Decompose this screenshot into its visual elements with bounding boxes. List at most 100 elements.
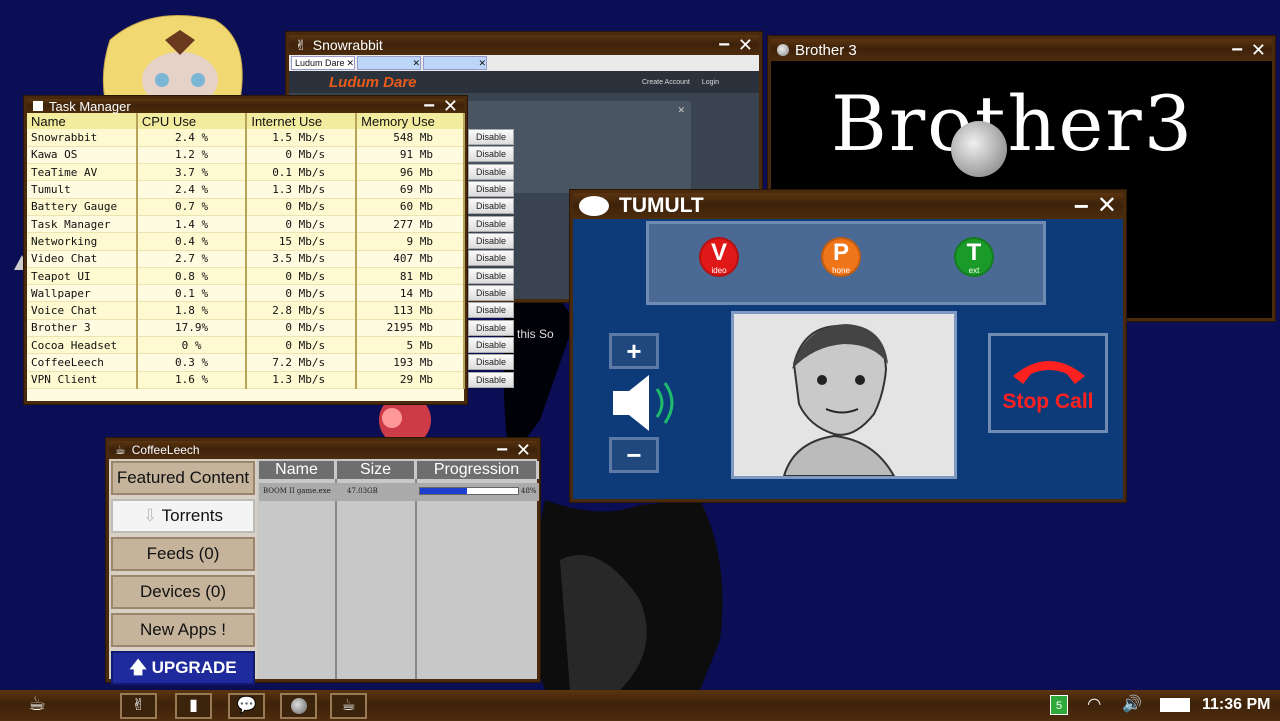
disable-button[interactable]: Disable	[468, 319, 514, 336]
table-row[interactable]: Wallpaper 0.1 % 0 Mb/s 14 Mb	[27, 284, 465, 303]
table-row[interactable]: Tumult 2.4 % 1.3 Mb/s 69 Mb	[27, 180, 465, 199]
arrow-down-icon: ⇩	[142, 506, 158, 525]
process-mem: 14 Mb	[356, 284, 465, 303]
table-row[interactable]: Brother 3 17.9% 0 Mb/s 2195 Mb	[27, 319, 465, 338]
table-row[interactable]: BOOM II game.exe 47.03GB 48%	[259, 483, 539, 501]
battery-icon[interactable]	[1160, 693, 1190, 717]
stop-call-button[interactable]: Stop Call	[988, 333, 1108, 433]
table-row[interactable]: Snowrabbit 2.4 % 1.5 Mb/s 548 Mb	[27, 129, 465, 147]
torrents-button[interactable]: ⇩ Torrents	[111, 499, 255, 533]
coffeeleech-window[interactable]: ☕ CoffeeLeech − ✕ Featured Content ⇩ Tor…	[106, 438, 540, 685]
table-row[interactable]: Task Manager 1.4 % 0 Mb/s 277 Mb	[27, 215, 465, 234]
tumult-window[interactable]: TUMULT − ✕ Video Phone Text + − Stop Cal…	[570, 190, 1126, 502]
disable-button[interactable]: Disable	[468, 285, 514, 302]
volume-icon[interactable]: 🔊	[1122, 693, 1142, 717]
minimize-button[interactable]: −	[1074, 193, 1089, 219]
process-cpu: 1.8 %	[136, 301, 248, 320]
table-row[interactable]: CoffeeLeech 0.3 % 7.2 Mb/s 193 Mb	[27, 353, 465, 372]
process-net: 0 Mb/s	[246, 215, 358, 234]
disable-button[interactable]: Disable	[468, 371, 514, 388]
close-button[interactable]: ✕	[1097, 194, 1117, 218]
task-manager-titlebar[interactable]: Task Manager − ✕	[27, 96, 464, 116]
process-name: Cocoa Headset	[27, 336, 138, 355]
process-mem: 193 Mb	[356, 353, 465, 372]
video-mode-button[interactable]: Video	[699, 237, 739, 277]
table-row[interactable]: Cocoa Headset 0 % 0 Mb/s 5 Mb	[27, 336, 465, 355]
modal-close-icon[interactable]: ✕	[677, 105, 685, 116]
disable-button[interactable]: Disable	[468, 250, 514, 267]
task-manager-task-icon[interactable]: ▮	[175, 693, 212, 719]
caller-portrait	[734, 314, 954, 477]
column-header[interactable]: Progression	[417, 461, 539, 479]
table-row[interactable]: Video Chat 2.7 % 3.5 Mb/s 407 Mb	[27, 250, 465, 268]
teapot-menu-icon[interactable]: ☕	[14, 693, 60, 719]
clock[interactable]: 11:36 PM	[1202, 693, 1270, 717]
table-row[interactable]: VPN Client 1.6 % 1.3 Mb/s 29 Mb	[27, 371, 465, 389]
tumult-titlebar[interactable]: TUMULT − ✕	[573, 193, 1123, 219]
coffeeleech-task-icon[interactable]: ☕	[330, 693, 367, 719]
process-net: 0 Mb/s	[246, 146, 358, 165]
close-button[interactable]: ✕	[516, 441, 531, 459]
column-header[interactable]: Size	[337, 461, 417, 479]
create-account-link[interactable]: Create Account	[642, 79, 690, 86]
close-button[interactable]: ✕	[738, 36, 753, 54]
table-row[interactable]: TeaTime AV 3.7 % 0.1 Mb/s 96 Mb	[27, 163, 465, 182]
minimize-button[interactable]: −	[718, 35, 730, 55]
process-name: Tumult	[27, 180, 138, 199]
close-button[interactable]: ✕	[443, 97, 458, 115]
disable-button[interactable]: Disable	[468, 146, 514, 163]
text-mode-button[interactable]: Text	[954, 237, 994, 277]
tab-close-icon[interactable]: ✕	[478, 58, 486, 69]
disable-button[interactable]: Disable	[468, 181, 514, 198]
tab-2[interactable]: ✕	[357, 56, 421, 70]
tab-ludum-dare[interactable]: Ludum Dare ✕	[291, 56, 355, 70]
tumult-task-icon[interactable]: 💬	[228, 693, 265, 719]
coffeeleech-titlebar[interactable]: ☕ CoffeeLeech − ✕	[109, 440, 537, 460]
table-row[interactable]: Voice Chat 1.8 % 2.8 Mb/s 113 Mb	[27, 301, 465, 320]
table-row[interactable]: Networking 0.4 % 15 Mb/s 9 Mb	[27, 232, 465, 251]
snowrabbit-titlebar[interactable]: ✌ Snowrabbit − ✕	[289, 35, 759, 55]
new-apps-button[interactable]: New Apps !	[111, 613, 255, 647]
disable-button[interactable]: Disable	[468, 233, 514, 250]
volume-up-button[interactable]: +	[609, 333, 659, 369]
tab-close-icon[interactable]: ✕	[412, 58, 420, 69]
wifi-icon[interactable]: ◜◝	[1088, 693, 1100, 717]
column-header[interactable]: Name	[27, 113, 138, 129]
upgrade-button[interactable]: 🡅 UPGRADE	[111, 651, 255, 685]
close-button[interactable]: ✕	[1251, 41, 1266, 59]
disable-button[interactable]: Disable	[468, 198, 514, 215]
table-row[interactable]: Teapot UI 0.8 % 0 Mb/s 81 Mb	[27, 267, 465, 286]
battery-gauge[interactable]: 5	[1050, 693, 1068, 717]
login-link[interactable]: Login	[702, 79, 719, 86]
process-cpu: 2.4 %	[136, 129, 248, 147]
volume-down-button[interactable]: −	[609, 437, 659, 473]
feeds-button[interactable]: Feeds (0)	[111, 537, 255, 571]
column-header[interactable]: Internet Use	[246, 113, 358, 129]
disable-button[interactable]: Disable	[468, 267, 514, 284]
devices-button[interactable]: Devices (0)	[111, 575, 255, 609]
phone-mode-button[interactable]: Phone	[821, 237, 861, 277]
column-header[interactable]: Name	[259, 461, 337, 479]
process-mem: 81 Mb	[356, 267, 465, 286]
brother3-titlebar[interactable]: Brother 3 − ✕	[771, 39, 1272, 61]
minimize-button[interactable]: −	[423, 96, 435, 116]
disable-button[interactable]: Disable	[468, 337, 514, 354]
tab-close-icon[interactable]: ✕	[346, 58, 354, 69]
disable-button[interactable]: Disable	[468, 215, 514, 232]
table-row[interactable]: Battery Gauge 0.7 % 0 Mb/s 60 Mb	[27, 198, 465, 216]
process-cpu: 1.2 %	[136, 146, 248, 165]
brother3-task-icon[interactable]	[280, 693, 317, 719]
disable-button[interactable]: Disable	[468, 302, 514, 319]
disable-button[interactable]: Disable	[468, 354, 514, 371]
featured-content-button[interactable]: Featured Content	[111, 461, 255, 495]
column-header[interactable]: CPU Use	[136, 113, 248, 129]
task-manager-window[interactable]: Task Manager − ✕ Name CPU Use Internet U…	[24, 96, 467, 404]
minimize-button[interactable]: −	[1231, 40, 1243, 60]
site-logo[interactable]: Ludum Dare	[329, 74, 642, 91]
minimize-button[interactable]: −	[496, 440, 508, 460]
table-row[interactable]: Kawa OS 1.2 % 0 Mb/s 91 Mb	[27, 146, 465, 165]
snowrabbit-task-icon[interactable]: ✌	[120, 693, 157, 719]
tab-3[interactable]: ✕	[423, 56, 487, 70]
disable-button[interactable]: Disable	[468, 129, 514, 145]
disable-button[interactable]: Disable	[468, 163, 514, 180]
